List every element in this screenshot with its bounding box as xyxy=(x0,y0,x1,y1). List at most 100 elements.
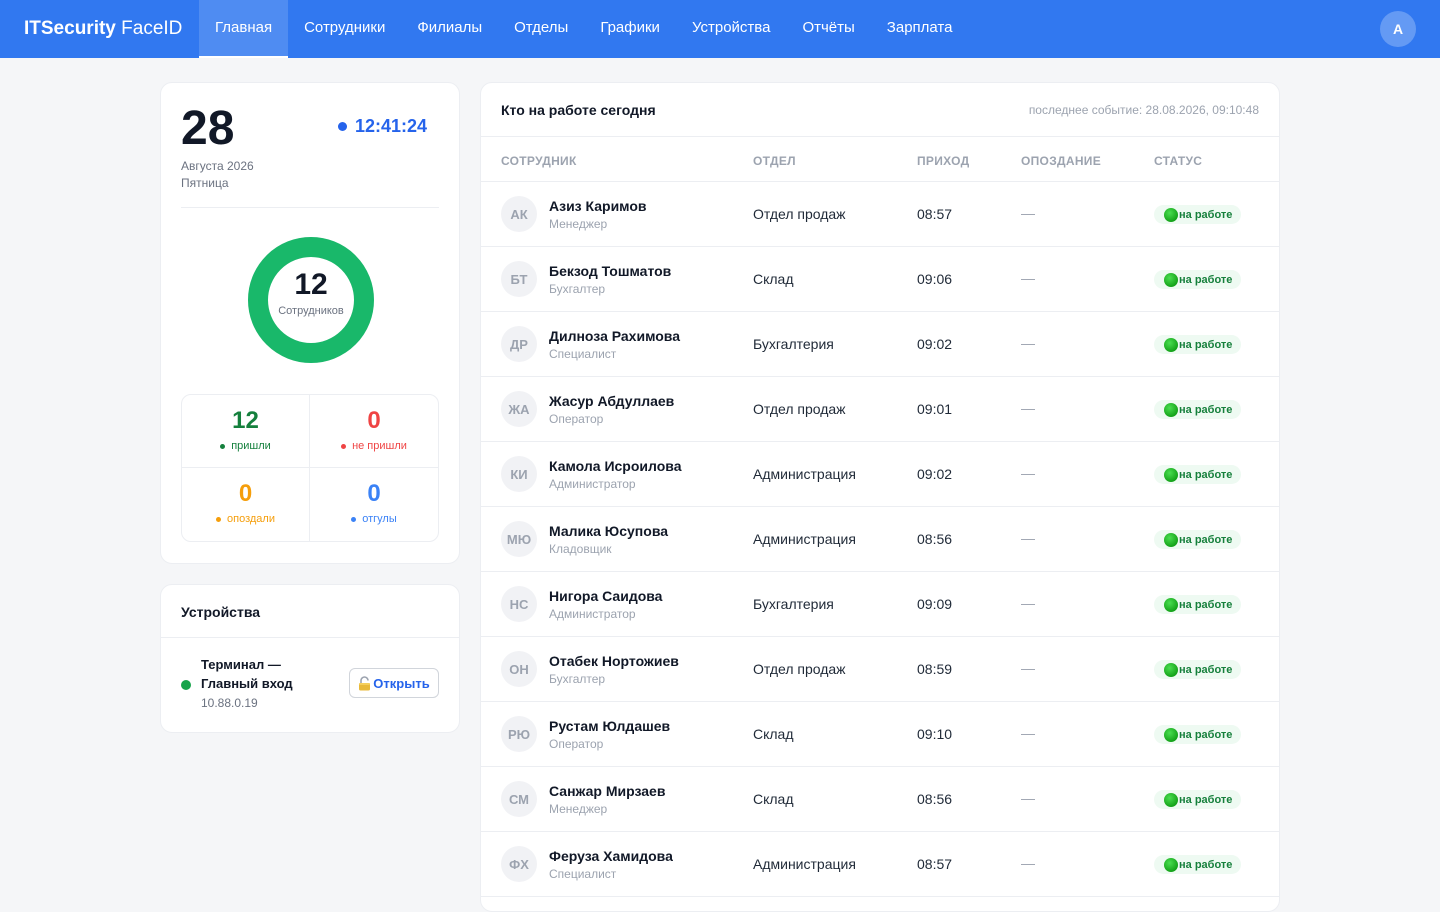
employee-role: Оператор xyxy=(549,412,604,426)
employee-avatar: АК xyxy=(501,196,537,232)
status-dot-icon xyxy=(341,443,347,449)
employee-department: Администрация xyxy=(753,531,856,547)
employee-name[interactable]: Нигора Саидова xyxy=(549,588,662,604)
late-value: — xyxy=(1021,725,1035,741)
late-value: — xyxy=(1021,270,1035,286)
status-dot-icon xyxy=(1164,207,1178,222)
late-value: — xyxy=(1021,790,1035,806)
employee-name[interactable]: Дилноза Рахимова xyxy=(549,328,680,344)
employee-name[interactable]: Санжар Мирзаев xyxy=(549,783,665,799)
device-online-icon xyxy=(181,680,191,690)
stat-absent[interactable]: 0 не пришли xyxy=(310,395,438,468)
divider xyxy=(181,207,439,208)
table-row[interactable]: БТ Бекзод Тошматов Бухгалтер Склад 09:06 — на … xyxy=(481,247,1279,312)
col-arrival[interactable]: ПРИХОД xyxy=(917,154,969,168)
status-label: на работе xyxy=(1179,403,1233,416)
table-row[interactable]: ФХ Феруза Хамидова Специалист Администрация… xyxy=(481,832,1279,897)
open-door-button[interactable]: Открыть xyxy=(349,668,439,698)
employee-avatar: ОН xyxy=(501,651,537,687)
table-row[interactable]: ОН Отабек Нортожиев Бухгалтер Отдел продаж 0… xyxy=(481,637,1279,702)
employee-department: Отдел продаж xyxy=(753,661,846,677)
employee-name[interactable]: Азиз Каримов xyxy=(549,198,647,214)
arrival-time: 09:09 xyxy=(917,596,953,612)
employee-name[interactable]: Жасур Абдуллаев xyxy=(549,393,674,409)
status-label: на работе xyxy=(1179,728,1233,741)
arrival-time: 09:02 xyxy=(917,466,953,482)
status-dot-icon xyxy=(1164,792,1178,807)
employee-avatar: РЮ xyxy=(501,716,537,752)
stat-label: не пришли xyxy=(352,440,407,452)
nav-item-departments[interactable]: Отделы xyxy=(498,0,584,58)
nav-item-devices[interactable]: Устройства xyxy=(676,0,786,58)
stat-arrived[interactable]: 12 пришли xyxy=(182,395,310,468)
nav-item-salary[interactable]: Зарплата xyxy=(871,0,969,58)
stat-value: 0 xyxy=(367,407,381,434)
late-value: — xyxy=(1021,595,1035,611)
last-event-timestamp: последнее событие: 28.08.2026, 09:10:48 xyxy=(1028,103,1259,117)
status-dot-icon xyxy=(1164,857,1178,872)
status-dot-icon xyxy=(1164,337,1178,352)
employee-avatar: КИ xyxy=(501,456,537,492)
status-dot-icon xyxy=(1164,402,1178,417)
nav-item-home[interactable]: Главная xyxy=(199,0,289,58)
nav-item-branches[interactable]: Филиалы xyxy=(401,0,498,58)
employee-department: Склад xyxy=(753,791,794,807)
nav-item-reports[interactable]: Отчёты xyxy=(786,0,870,58)
col-employee[interactable]: СОТРУДНИК xyxy=(501,154,577,168)
col-status[interactable]: СТАТУС xyxy=(1154,154,1202,168)
status-dot-icon xyxy=(1164,532,1178,547)
employee-name[interactable]: Малика Юсупова xyxy=(549,523,668,539)
table-row[interactable]: РЮ Рустам Юлдашев Оператор Склад 09:10 — на ра… xyxy=(481,702,1279,767)
table-row[interactable]: МЮ Малика Юсупова Кладовщик Администрация 08… xyxy=(481,507,1279,572)
employee-avatar: БТ xyxy=(501,261,537,297)
employee-name[interactable]: Феруза Хамидова xyxy=(549,848,673,864)
employee-role: Бухгалтер xyxy=(549,672,606,686)
status-label: на работе xyxy=(1179,663,1233,676)
main-nav: Главная Сотрудники Филиалы Отделы График… xyxy=(199,0,968,58)
nav-item-employees[interactable]: Сотрудники xyxy=(288,0,401,58)
table-row[interactable]: АК Азиз Каримов Менеджер Отдел продаж 08:57 —… xyxy=(481,182,1279,247)
stat-label: пришли xyxy=(231,440,271,452)
arrival-time: 09:10 xyxy=(917,726,953,742)
status-dot-icon xyxy=(1164,272,1178,287)
status-badge: на работе xyxy=(1154,595,1242,614)
late-value: — xyxy=(1021,660,1035,676)
employee-avatar: ЖА xyxy=(501,391,537,427)
employee-role: Кладовщик xyxy=(549,542,612,556)
brand-logo[interactable]: ITSecurity FaceID xyxy=(24,18,199,40)
employee-name[interactable]: Отабек Нортожиев xyxy=(549,653,679,669)
col-department[interactable]: ОТДЕЛ xyxy=(753,154,796,168)
late-value: — xyxy=(1021,530,1035,546)
nav-item-schedules[interactable]: Графики xyxy=(584,0,676,58)
open-button-label: Открыть xyxy=(373,675,430,691)
table-row[interactable]: ЖА Жасур Абдуллаев Оператор Отдел продаж 09:… xyxy=(481,377,1279,442)
stat-late[interactable]: 0 опоздали xyxy=(182,468,310,541)
device-ip: 10.88.0.19 xyxy=(201,696,258,710)
late-value: — xyxy=(1021,465,1035,481)
employee-role: Менеджер xyxy=(549,802,608,816)
status-label: на работе xyxy=(1179,793,1233,806)
status-badge: на работе xyxy=(1154,790,1242,809)
employee-name[interactable]: Рустам Юлдашев xyxy=(549,718,670,734)
employee-name[interactable]: Камола Исроилова xyxy=(549,458,681,474)
live-clock: 12:41:24 xyxy=(337,116,427,137)
status-label: на работе xyxy=(1179,338,1233,351)
col-late[interactable]: ОПОЗДАНИЕ xyxy=(1021,154,1101,168)
status-dot-icon xyxy=(351,516,357,522)
table-row[interactable]: СМ Санжар Мирзаев Менеджер Склад 08:56 — на ра… xyxy=(481,767,1279,832)
arrival-time: 09:06 xyxy=(917,271,953,287)
table-row[interactable]: КИ Камола Исроилова Администратор Администр… xyxy=(481,442,1279,507)
status-badge: на работе xyxy=(1154,335,1242,354)
late-value: — xyxy=(1021,335,1035,351)
status-dot-icon xyxy=(1164,727,1178,742)
stat-leave[interactable]: 0 отгулы xyxy=(310,468,438,541)
table-row[interactable]: ДР Дилноза Рахимова Специалист Бухгалтерия 0… xyxy=(481,312,1279,377)
stat-value: 0 xyxy=(367,480,381,507)
employee-department: Администрация xyxy=(753,466,856,482)
top-navbar: ITSecurity FaceID Главная Сотрудники Фил… xyxy=(0,0,1440,58)
current-day: 28 xyxy=(181,102,235,155)
table-row[interactable]: НС Нигора Саидова Администратор Бухгалтерия… xyxy=(481,572,1279,637)
user-avatar[interactable]: A xyxy=(1380,11,1416,47)
employee-name[interactable]: Бекзод Тошматов xyxy=(549,263,671,279)
employee-department: Склад xyxy=(753,271,794,287)
